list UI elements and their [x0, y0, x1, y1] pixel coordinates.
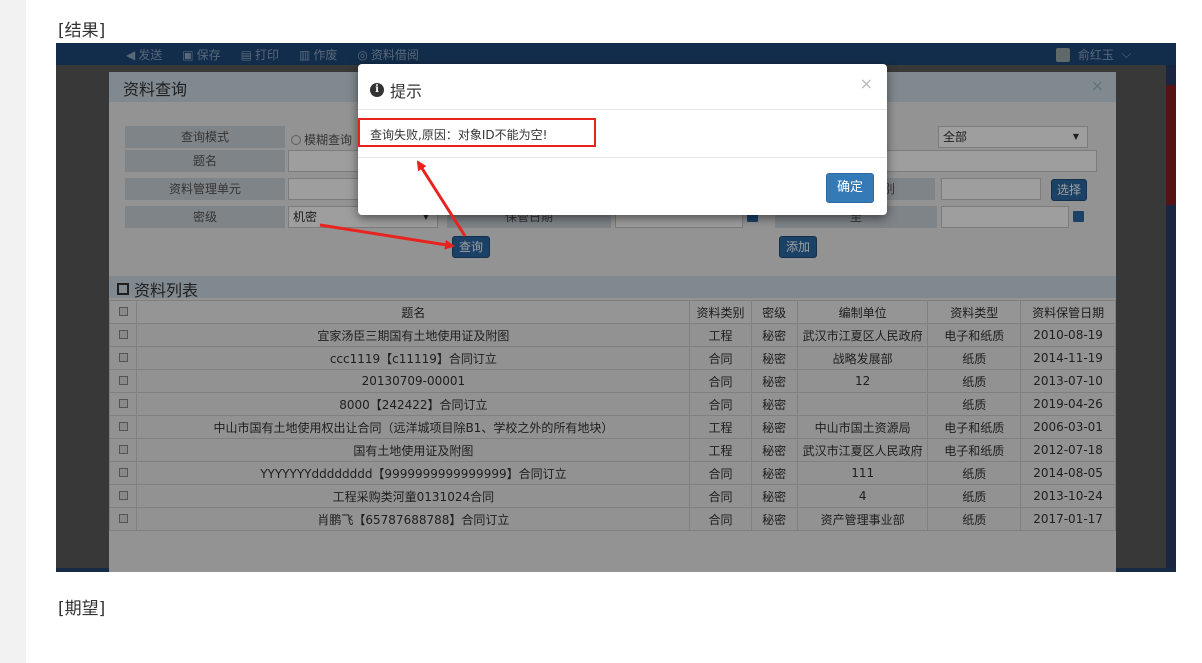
expected-label: [期望]	[58, 599, 106, 619]
info-icon: i	[370, 83, 384, 97]
result-label: [结果]	[58, 21, 106, 41]
alert-title: 提示	[390, 82, 423, 101]
screenshot: ◀ 发送 ▣ 保存 ▤ 打印 ▥ 作废 ◎ 资料借阅 俞红玉 ⌵ 资料查询 × 查询模式 …	[56, 43, 1176, 572]
alert-dialog: i 提示 × 查询失败,原因：对象ID不能为空! 确定	[358, 64, 887, 215]
alert-message: 查询失败,原因：对象ID不能为空!	[370, 128, 548, 142]
alert-body: 查询失败,原因：对象ID不能为空!	[358, 110, 887, 158]
close-icon[interactable]: ×	[860, 74, 873, 93]
left-gutter	[0, 0, 26, 663]
alert-header: i 提示 ×	[358, 64, 887, 110]
ok-button[interactable]: 确定	[826, 173, 874, 203]
